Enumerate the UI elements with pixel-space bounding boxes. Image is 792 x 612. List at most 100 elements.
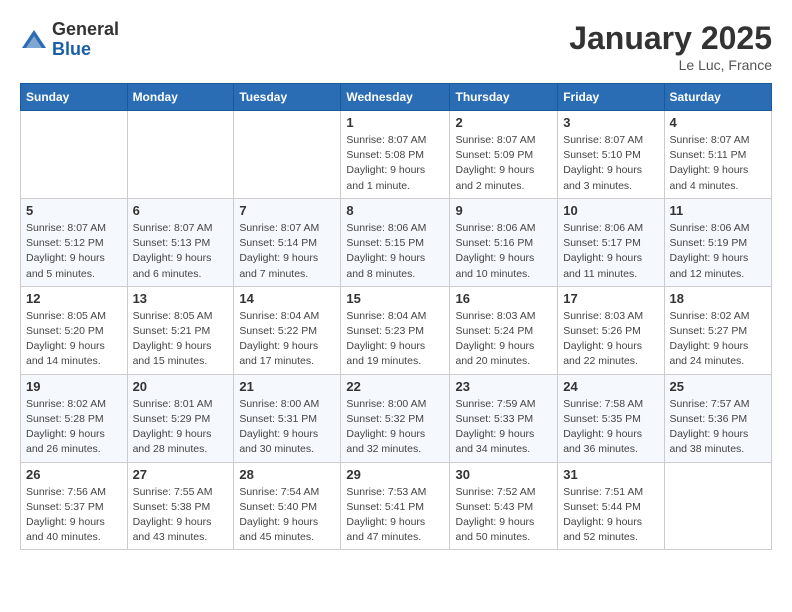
- calendar-cell: 26Sunrise: 7:56 AMSunset: 5:37 PMDayligh…: [21, 462, 128, 550]
- day-info: Sunrise: 8:00 AMSunset: 5:32 PMDaylight:…: [346, 397, 444, 458]
- calendar-cell: 5 Sunrise: 8:07 AMSunset: 5:12 PMDaylight…: [21, 198, 128, 286]
- day-number: 19: [26, 379, 122, 394]
- week-row-1: 5 Sunrise: 8:07 AMSunset: 5:12 PMDaylight…: [21, 198, 772, 286]
- page-header: General Blue January 2025 Le Luc, France: [20, 20, 772, 73]
- calendar-cell: 19Sunrise: 8:02 AMSunset: 5:28 PMDayligh…: [21, 374, 128, 462]
- day-info: Sunrise: 7:52 AMSunset: 5:43 PMDaylight:…: [455, 485, 552, 546]
- day-number: 8: [346, 203, 444, 218]
- calendar-cell: 7 Sunrise: 8:07 AMSunset: 5:14 PMDaylight…: [234, 198, 341, 286]
- day-number: 18: [670, 291, 767, 306]
- day-info: Sunrise: 8:07 AMSunset: 5:14 PMDaylight:…: [239, 221, 335, 282]
- calendar-cell: 23 Sunrise: 7:59 AMSunset: 5:33 PMDayligh…: [450, 374, 558, 462]
- day-number: 31: [563, 467, 658, 482]
- day-info: Sunrise: 8:04 AMSunset: 5:22 PMDaylight:…: [239, 309, 335, 370]
- calendar-cell: 1 Sunrise: 8:07 AMSunset: 5:08 PMDaylight…: [341, 111, 450, 199]
- logo-text: General Blue: [52, 20, 119, 60]
- calendar-cell: [21, 111, 128, 199]
- day-info: Sunrise: 8:00 AMSunset: 5:31 PMDaylight:…: [239, 397, 335, 458]
- day-number: 11: [670, 203, 767, 218]
- day-info: Sunrise: 7:55 AMSunset: 5:38 PMDaylight:…: [133, 485, 229, 546]
- calendar-cell: 31 Sunrise: 7:51 AMSunset: 5:44 PMDayligh…: [558, 462, 664, 550]
- day-info: Sunrise: 7:53 AMSunset: 5:41 PMDaylight:…: [346, 485, 444, 546]
- day-info: Sunrise: 8:04 AMSunset: 5:23 PMDaylight:…: [346, 309, 444, 370]
- calendar-cell: [127, 111, 234, 199]
- day-number: 22: [346, 379, 444, 394]
- day-info: Sunrise: 8:07 AMSunset: 5:12 PMDaylight:…: [26, 221, 122, 282]
- calendar-cell: 22 Sunrise: 8:00 AMSunset: 5:32 PMDayligh…: [341, 374, 450, 462]
- calendar-cell: 10Sunrise: 8:06 AMSunset: 5:17 PMDayligh…: [558, 198, 664, 286]
- day-info: Sunrise: 8:05 AMSunset: 5:21 PMDaylight:…: [133, 309, 229, 370]
- day-info: Sunrise: 7:51 AMSunset: 5:44 PMDaylight:…: [563, 485, 658, 546]
- calendar-cell: 9 Sunrise: 8:06 AMSunset: 5:16 PMDaylight…: [450, 198, 558, 286]
- day-info: Sunrise: 8:07 AMSunset: 5:09 PMDaylight:…: [455, 133, 552, 194]
- day-number: 21: [239, 379, 335, 394]
- day-number: 2: [455, 115, 552, 130]
- day-number: 1: [346, 115, 444, 130]
- day-number: 4: [670, 115, 767, 130]
- day-info: Sunrise: 7:57 AMSunset: 5:36 PMDaylight:…: [670, 397, 767, 458]
- title-block: January 2025 Le Luc, France: [569, 20, 772, 73]
- day-number: 5: [26, 203, 122, 218]
- day-number: 15: [346, 291, 444, 306]
- day-number: 13: [133, 291, 229, 306]
- calendar-cell: [234, 111, 341, 199]
- day-number: 10: [563, 203, 658, 218]
- calendar-cell: 28Sunrise: 7:54 AMSunset: 5:40 PMDayligh…: [234, 462, 341, 550]
- location: Le Luc, France: [569, 57, 772, 73]
- logo: General Blue: [20, 20, 119, 60]
- calendar-cell: 17 Sunrise: 8:03 AMSunset: 5:26 PMDayligh…: [558, 286, 664, 374]
- day-info: Sunrise: 7:58 AMSunset: 5:35 PMDaylight:…: [563, 397, 658, 458]
- calendar-cell: 30 Sunrise: 7:52 AMSunset: 5:43 PMDayligh…: [450, 462, 558, 550]
- calendar-cell: 18 Sunrise: 8:02 AMSunset: 5:27 PMDayligh…: [664, 286, 772, 374]
- day-info: Sunrise: 8:03 AMSunset: 5:24 PMDaylight:…: [455, 309, 552, 370]
- day-number: 6: [133, 203, 229, 218]
- day-info: Sunrise: 8:07 AMSunset: 5:11 PMDaylight:…: [670, 133, 767, 194]
- header-sunday: Sunday: [21, 84, 128, 111]
- day-number: 16: [455, 291, 552, 306]
- calendar-cell: 8 Sunrise: 8:06 AMSunset: 5:15 PMDaylight…: [341, 198, 450, 286]
- day-number: 20: [133, 379, 229, 394]
- calendar-cell: 25 Sunrise: 7:57 AMSunset: 5:36 PMDayligh…: [664, 374, 772, 462]
- day-number: 14: [239, 291, 335, 306]
- logo-general: General: [52, 20, 119, 40]
- header-friday: Friday: [558, 84, 664, 111]
- day-info: Sunrise: 8:07 AMSunset: 5:08 PMDaylight:…: [346, 133, 444, 194]
- day-number: 23: [455, 379, 552, 394]
- calendar-cell: 15 Sunrise: 8:04 AMSunset: 5:23 PMDayligh…: [341, 286, 450, 374]
- calendar-cell: 2 Sunrise: 8:07 AMSunset: 5:09 PMDaylight…: [450, 111, 558, 199]
- header-wednesday: Wednesday: [341, 84, 450, 111]
- day-number: 25: [670, 379, 767, 394]
- day-number: 7: [239, 203, 335, 218]
- calendar-body: 1 Sunrise: 8:07 AMSunset: 5:08 PMDaylight…: [21, 111, 772, 550]
- day-info: Sunrise: 7:59 AMSunset: 5:33 PMDaylight:…: [455, 397, 552, 458]
- calendar-cell: 14 Sunrise: 8:04 AMSunset: 5:22 PMDayligh…: [234, 286, 341, 374]
- day-info: Sunrise: 8:06 AMSunset: 5:16 PMDaylight:…: [455, 221, 552, 282]
- calendar-cell: 13 Sunrise: 8:05 AMSunset: 5:21 PMDayligh…: [127, 286, 234, 374]
- day-number: 17: [563, 291, 658, 306]
- day-info: Sunrise: 8:01 AMSunset: 5:29 PMDaylight:…: [133, 397, 229, 458]
- calendar-table: SundayMondayTuesdayWednesdayThursdayFrid…: [20, 83, 772, 550]
- week-row-2: 12Sunrise: 8:05 AMSunset: 5:20 PMDayligh…: [21, 286, 772, 374]
- day-info: Sunrise: 8:02 AMSunset: 5:27 PMDaylight:…: [670, 309, 767, 370]
- day-info: Sunrise: 8:03 AMSunset: 5:26 PMDaylight:…: [563, 309, 658, 370]
- day-number: 9: [455, 203, 552, 218]
- week-row-0: 1 Sunrise: 8:07 AMSunset: 5:08 PMDaylight…: [21, 111, 772, 199]
- logo-blue: Blue: [52, 40, 119, 60]
- calendar-cell: 24Sunrise: 7:58 AMSunset: 5:35 PMDayligh…: [558, 374, 664, 462]
- week-row-4: 26Sunrise: 7:56 AMSunset: 5:37 PMDayligh…: [21, 462, 772, 550]
- day-number: 30: [455, 467, 552, 482]
- header-saturday: Saturday: [664, 84, 772, 111]
- day-info: Sunrise: 8:06 AMSunset: 5:15 PMDaylight:…: [346, 221, 444, 282]
- calendar-cell: 12Sunrise: 8:05 AMSunset: 5:20 PMDayligh…: [21, 286, 128, 374]
- day-info: Sunrise: 8:06 AMSunset: 5:19 PMDaylight:…: [670, 221, 767, 282]
- header-thursday: Thursday: [450, 84, 558, 111]
- calendar-cell: 27Sunrise: 7:55 AMSunset: 5:38 PMDayligh…: [127, 462, 234, 550]
- day-info: Sunrise: 8:07 AMSunset: 5:10 PMDaylight:…: [563, 133, 658, 194]
- calendar-cell: 11 Sunrise: 8:06 AMSunset: 5:19 PMDayligh…: [664, 198, 772, 286]
- day-number: 29: [346, 467, 444, 482]
- calendar-cell: 16 Sunrise: 8:03 AMSunset: 5:24 PMDayligh…: [450, 286, 558, 374]
- calendar-cell: 29 Sunrise: 7:53 AMSunset: 5:41 PMDayligh…: [341, 462, 450, 550]
- header-monday: Monday: [127, 84, 234, 111]
- calendar-header: SundayMondayTuesdayWednesdayThursdayFrid…: [21, 84, 772, 111]
- day-number: 3: [563, 115, 658, 130]
